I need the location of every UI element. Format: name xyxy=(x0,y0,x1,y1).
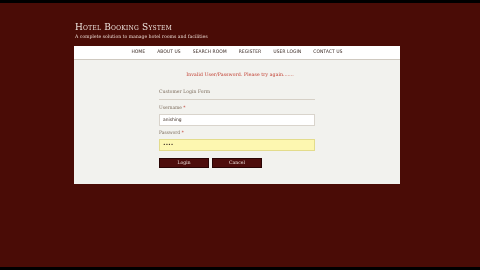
site-tagline: A complete solution to manage hotel room… xyxy=(75,35,208,40)
password-label: Password * xyxy=(159,131,184,136)
cancel-button[interactable]: Cancel xyxy=(212,158,262,168)
main-nav: HOME ABOUT US SEARCH ROOM REGISTER USER … xyxy=(74,46,400,60)
nav-home[interactable]: HOME xyxy=(125,50,151,55)
form-divider xyxy=(159,99,315,100)
page-background: Hotel Booking System A complete solution… xyxy=(0,0,480,270)
nav-user-login[interactable]: USER LOGIN xyxy=(267,50,307,55)
password-value: •••• xyxy=(163,142,174,148)
nav-search-room[interactable]: SEARCH ROOM xyxy=(187,50,233,55)
username-value: anishing xyxy=(163,117,182,123)
required-marker: * xyxy=(183,106,186,111)
login-button[interactable]: Login xyxy=(159,158,209,168)
letterbox-top xyxy=(0,0,480,3)
form-title: Customer Login Form xyxy=(159,90,211,95)
username-label-text: Username xyxy=(159,106,182,111)
nav-about-us[interactable]: ABOUT US xyxy=(151,50,187,55)
site-title: Hotel Booking System xyxy=(75,23,172,33)
password-field[interactable]: •••• xyxy=(159,139,315,151)
username-field[interactable]: anishing xyxy=(159,114,315,126)
login-error-message: Invalid User/Password. Please try again.… xyxy=(186,73,294,78)
required-marker: * xyxy=(181,131,184,136)
username-label: Username * xyxy=(159,106,185,111)
nav-register[interactable]: REGISTER xyxy=(233,50,268,55)
nav-contact-us[interactable]: CONTACT US xyxy=(307,50,348,55)
password-label-text: Password xyxy=(159,131,181,136)
